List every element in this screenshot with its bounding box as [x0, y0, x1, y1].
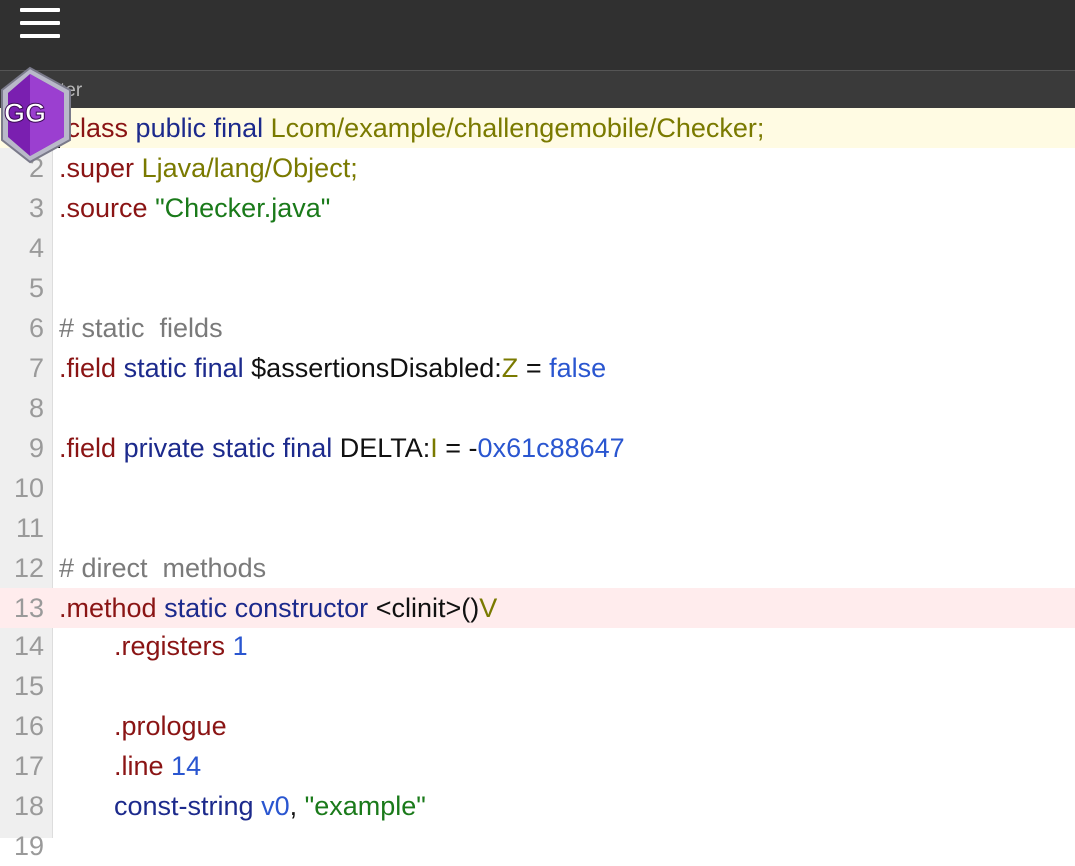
line-number: 15 — [13, 671, 44, 701]
code-line: # direct methods — [59, 548, 266, 588]
token-keyword: static — [212, 433, 276, 463]
token-directive: .source — [59, 193, 148, 223]
code-line: .field static final $assertionsDisabled:… — [59, 348, 606, 388]
line-number: 19 — [13, 831, 44, 861]
token-punctuation: , — [289, 791, 298, 821]
token-operator: = - — [445, 433, 478, 463]
token-literal: 0x61c88647 — [477, 433, 625, 463]
token-literal: 14 — [171, 751, 202, 781]
line-number: 12 — [13, 553, 44, 583]
token-keyword: final — [213, 113, 264, 143]
token-keyword: static — [123, 353, 187, 383]
line-number: 11 — [15, 513, 44, 543]
token-string: "example" — [304, 791, 426, 821]
token-operator: = — [525, 353, 542, 383]
token-keyword: constructor — [234, 593, 369, 623]
token-type: Z — [501, 353, 519, 383]
line-number: 18 — [13, 791, 44, 821]
line-number: 4 — [28, 233, 44, 263]
line-number: 17 — [13, 751, 44, 781]
token-register: v0 — [261, 791, 290, 821]
line-number: 16 — [13, 711, 44, 741]
token-keyword: static — [164, 593, 228, 623]
logo-letters: GG — [4, 98, 46, 128]
token-directive: .registers — [114, 631, 226, 661]
code-line: .super Ljava/lang/Object; — [59, 148, 358, 188]
line-number: 3 — [28, 193, 44, 223]
token-literal: 1 — [232, 631, 248, 661]
token-identifier: <clinit>() — [375, 593, 480, 623]
token-identifier: DELTA: — [339, 433, 431, 463]
token-directive: .line — [114, 751, 164, 781]
token-directive: .field — [59, 353, 117, 383]
token-directive: .field — [59, 433, 117, 463]
token-keyword: const-string — [114, 791, 254, 821]
hamburger-menu-icon[interactable] — [20, 8, 60, 38]
token-identifier: $assertionsDisabled: — [251, 353, 502, 383]
token-keyword: public — [135, 113, 207, 143]
file-tab-bar: ter — [0, 70, 1075, 110]
token-keyword: final — [194, 353, 244, 383]
token-directive: .prologue — [114, 711, 227, 741]
code-line: .source "Checker.java" — [59, 188, 330, 228]
token-type: Lcom/example/challengemobile/Checker; — [270, 113, 765, 143]
code-line: const-string v0, "example" — [114, 786, 426, 826]
token-type: Ljava/lang/Object; — [141, 153, 358, 183]
token-string: "Checker.java" — [155, 193, 331, 223]
code-line: # static fields — [59, 308, 223, 348]
token-directive: .method — [59, 593, 157, 623]
token-type: I — [430, 433, 438, 463]
app-toolbar — [0, 0, 1075, 70]
code-line: .registers 1 — [114, 626, 248, 666]
line-number: 8 — [28, 393, 44, 423]
token-literal: false — [549, 353, 607, 383]
token-type: V — [479, 593, 498, 623]
code-line: .field private static final DELTA:I = -0… — [59, 428, 625, 468]
code-line: .method static constructor <clinit>()V — [59, 588, 497, 628]
code-line: .class public final Lcom/example/challen… — [59, 108, 764, 148]
token-keyword: private — [123, 433, 205, 463]
line-number: 7 — [28, 353, 44, 383]
line-number: 6 — [28, 313, 44, 343]
line-number: 10 — [13, 473, 44, 503]
gameguardian-floating-icon[interactable]: GG — [0, 66, 76, 164]
code-line: .prologue — [114, 706, 227, 746]
line-number: 14 — [13, 631, 44, 661]
line-number: 13 — [13, 593, 44, 623]
line-number: 5 — [28, 273, 44, 303]
token-comment: # direct methods — [59, 553, 267, 583]
line-number: 9 — [28, 433, 44, 463]
token-keyword: final — [282, 433, 333, 463]
token-comment: # static fields — [59, 313, 223, 343]
code-line: .line 14 — [114, 746, 201, 786]
